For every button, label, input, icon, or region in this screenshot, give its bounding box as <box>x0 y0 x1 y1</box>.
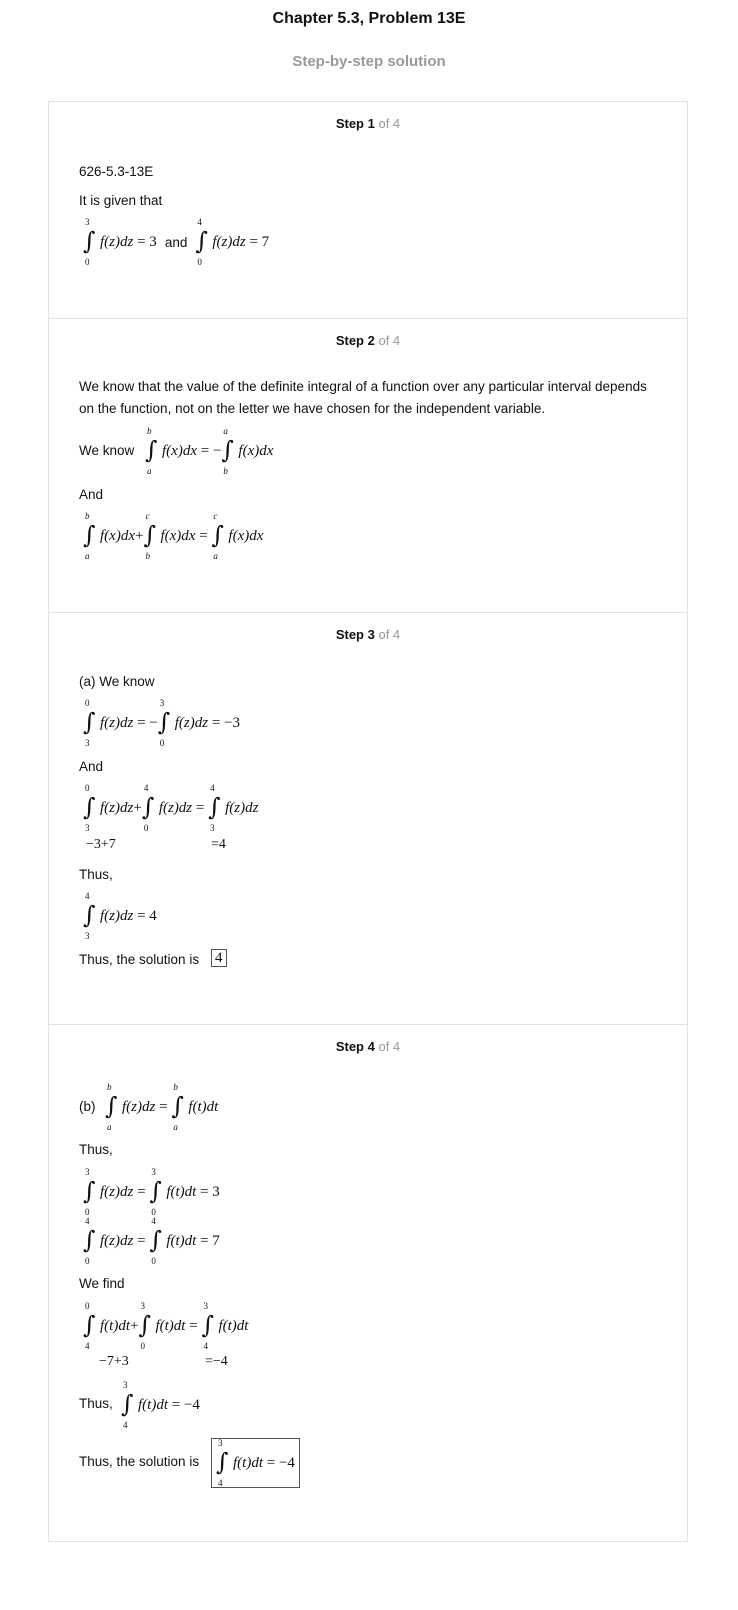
page-title: Chapter 5.3, Problem 13E <box>272 10 466 27</box>
we-find-label: We find <box>79 1276 125 1291</box>
step-total: of 4 <box>378 1039 401 1054</box>
sum-left-value: −7+3 <box>99 1354 129 1369</box>
sum-left-value: −3+7 <box>86 837 116 852</box>
reverse-limits-equation: b ∫ a f(x)dx = − a ∫ b f(x)dx <box>145 426 274 476</box>
sum-right-value: =4 <box>211 837 226 852</box>
explanation-paragraph: We know that the value of the definite i… <box>79 379 647 416</box>
step-number: Step 1 <box>335 116 375 131</box>
step-number: Step 4 <box>335 1039 375 1054</box>
part-a-reverse-equation: 0 ∫ 3 f(z)dz = − 3 ∫ 0 f(z)dz = −3 <box>83 698 241 748</box>
step-4-header: Step 4 of 4 <box>49 1039 687 1054</box>
and-label: And <box>79 487 104 502</box>
step-1-header: Step 1 of 4 <box>49 116 687 131</box>
solution-label: Thus, the solution is <box>79 952 200 967</box>
additivity-equation: b ∫ a f(x)dx + c ∫ b f(x)dx = c ∫ a f(x)dx <box>83 511 264 561</box>
thus-label: Thus, <box>79 867 113 882</box>
dummy-variable-equation: b ∫ a f(z)dz = b ∫ a f(t)dt <box>105 1082 219 1132</box>
problem-code: 626-5.3-13E <box>79 164 154 179</box>
step-3-header: Step 3 of 4 <box>49 627 687 642</box>
part-b-label: (b) <box>79 1099 96 1114</box>
step-total: of 4 <box>378 333 401 348</box>
thus-label: Thus, <box>79 1142 113 1157</box>
part-a-result-equation: 4 ∫ 3 f(z)dz = 4 <box>83 891 157 941</box>
step-2-card: Step 2 of 4 We know that the value of th… <box>48 318 688 612</box>
given-text: It is given that <box>79 193 163 208</box>
thus-label: Thus, <box>79 1396 113 1411</box>
answer-box: 3 ∫ 4 f(t)dt = −4 <box>211 1438 300 1488</box>
part-a-label: (a) We know <box>79 674 155 689</box>
equation-0-to-3: 3 ∫ 0 f(z)dz = 3 ∫ 0 f(t)dt = 3 <box>83 1167 220 1217</box>
sum-right-value: =−4 <box>205 1354 228 1369</box>
step-3-card: Step 3 of 4 (a) We know 0 ∫ 3 f(z)dz = − 3… <box>48 612 688 1024</box>
part-b-result-equation: 3 ∫ 4 f(t)dt = −4 <box>121 1380 200 1430</box>
page-subtitle: Step-by-step solution <box>292 53 446 70</box>
and-label: and <box>164 234 188 250</box>
step-total: of 4 <box>378 116 401 131</box>
and-label: And <box>79 759 104 774</box>
equation-0-to-4: 4 ∫ 0 f(z)dz = 4 ∫ 0 f(t)dt = 7 <box>83 1216 220 1266</box>
solution-label: Thus, the solution is <box>79 1454 200 1469</box>
step-number: Step 2 <box>335 333 375 348</box>
step-2-header: Step 2 of 4 <box>49 333 687 348</box>
step-4-card: Step 4 of 4 (b) b ∫ a f(z)dz = b ∫ a f(t)dt … <box>48 1024 688 1542</box>
given-equation: 3 ∫ 0 f(z)dz = 3 and 4 ∫ 0 f(z)dz = 7 <box>83 217 270 267</box>
answer-box: 4 <box>211 949 227 967</box>
we-know-label: We know <box>79 443 135 458</box>
step-total: of 4 <box>378 627 401 642</box>
step-1-card: Step 1 of 4 626-5.3-13E It is given that… <box>48 101 688 318</box>
part-a-sum-equation: 0 ∫ 3 f(z)dz + 4 ∫ 0 f(z)dz = 4 ∫ 3 f(z)dz <box>83 783 259 833</box>
part-b-sum-equation: 0 ∫ 4 f(t)dt + 3 ∫ 0 f(t)dt = 3 ∫ 4 f(t)dt <box>83 1301 249 1351</box>
step-number: Step 3 <box>335 627 375 642</box>
